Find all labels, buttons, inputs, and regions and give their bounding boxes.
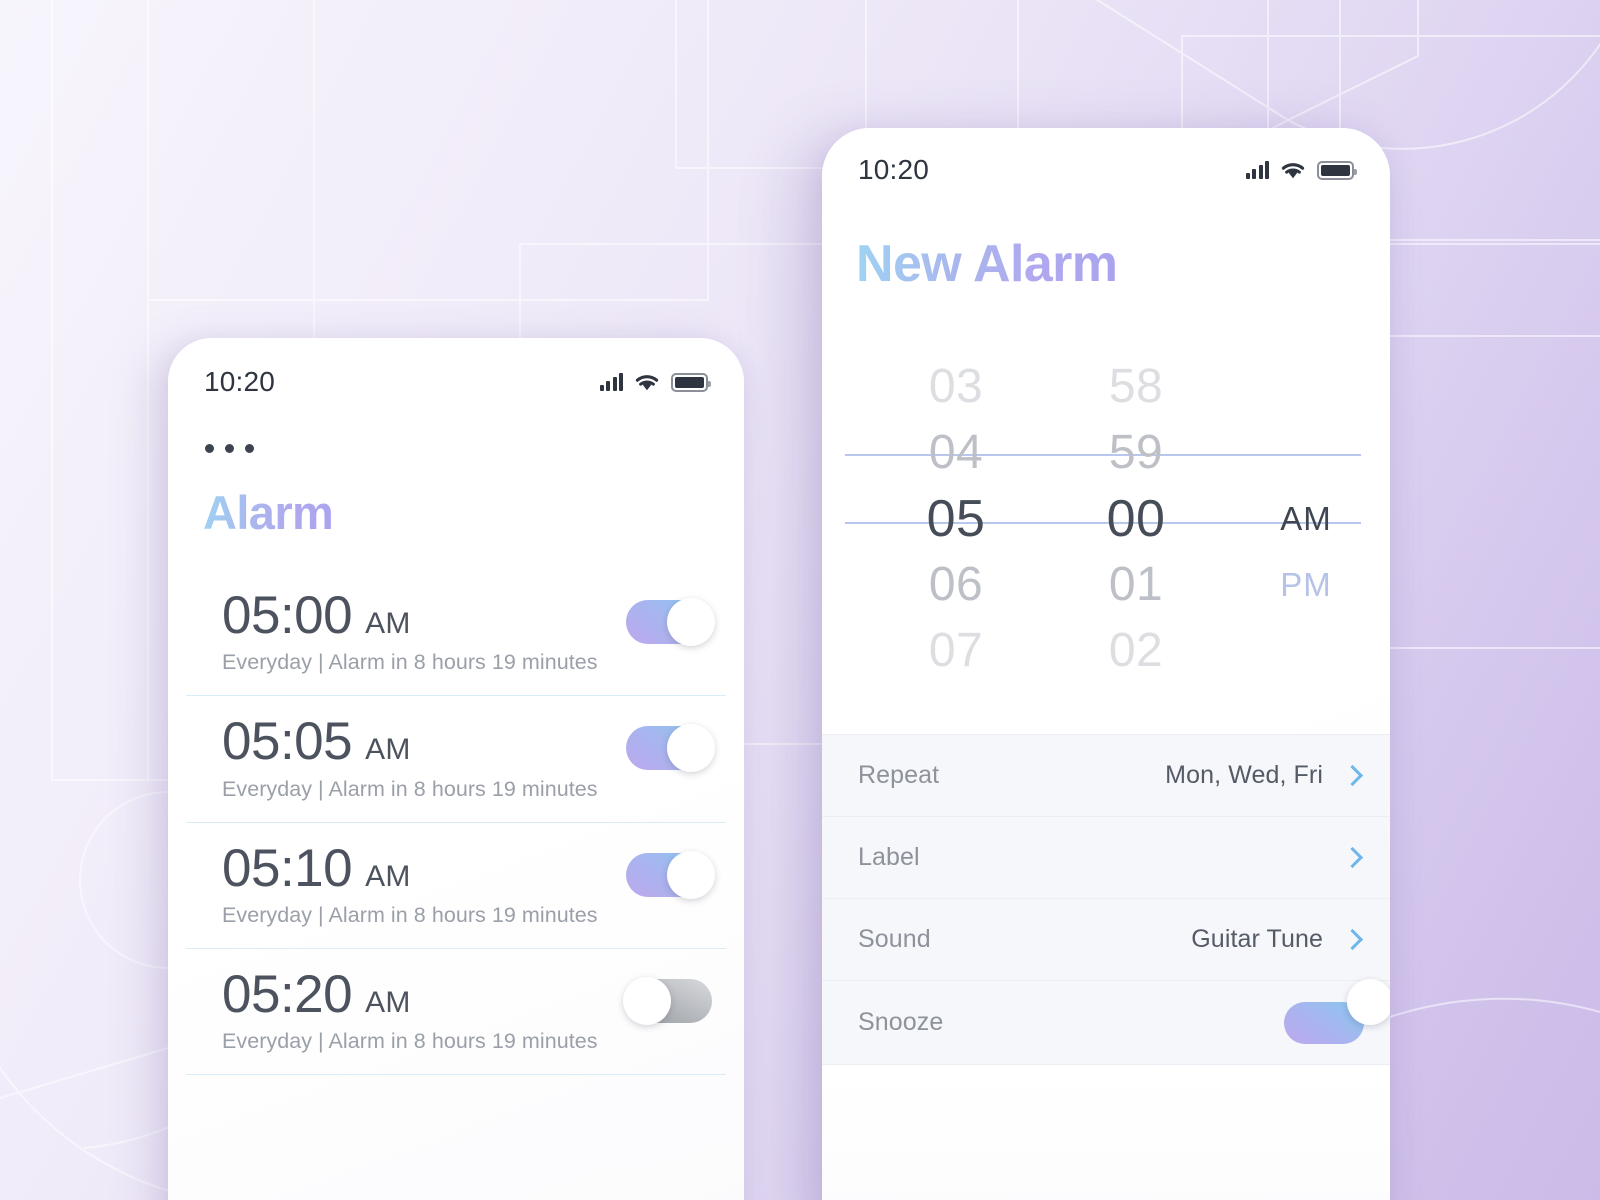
- settings-row-snooze[interactable]: Snooze: [822, 979, 1390, 1065]
- toggle-knob: [623, 977, 671, 1026]
- meridiem-option-selected[interactable]: AM: [1246, 486, 1366, 552]
- alarm-subtitle: Everyday | Alarm in 8 hours 19 minutes: [222, 1029, 598, 1054]
- alarm-toggle[interactable]: [626, 724, 715, 773]
- status-bar-time: 10:20: [204, 366, 276, 397]
- alarm-subtitle: Everyday | Alarm in 8 hours 19 minutes: [222, 903, 598, 928]
- alarm-list-screen: 10:20 Alarm 05:00 AM Everyday | Alarm in…: [168, 338, 744, 1200]
- toggle-knob: [667, 850, 715, 899]
- page-title: Alarm: [203, 486, 334, 539]
- time-picker[interactable]: 03 04 05 06 07 58 59 00 01 02 - - AM: [822, 354, 1390, 677]
- alarm-time-row: 05:10 AM: [222, 839, 674, 898]
- alarm-list-item[interactable]: 05:10 AM Everyday | Alarm in 8 hours 19 …: [186, 823, 726, 950]
- battery-full-icon: [671, 372, 711, 392]
- toggle-knob: [1347, 979, 1390, 1025]
- alarm-time: 05:00: [222, 586, 353, 645]
- alarm-time: 05:20: [222, 965, 353, 1025]
- hour-option-selected[interactable]: 05: [898, 486, 1014, 552]
- minute-wheel[interactable]: 58 59 00 01 02: [1078, 354, 1194, 684]
- snooze-toggle[interactable]: [1284, 979, 1390, 1044]
- hour-option[interactable]: 04: [898, 420, 1014, 486]
- hour-option[interactable]: 06: [898, 552, 1014, 618]
- status-bar-time: 10:20: [858, 154, 930, 185]
- alarm-list-item[interactable]: 05:00 AM Everyday | Alarm in 8 hours 19 …: [186, 570, 726, 697]
- alarm-time-row: 05:05 AM: [222, 712, 674, 771]
- hour-wheel[interactable]: 03 04 05 06 07: [898, 354, 1014, 684]
- settings-row-value: Guitar Tune: [1191, 925, 1323, 953]
- signal-bars-icon: [599, 373, 623, 391]
- status-bar: 10:20: [858, 154, 1357, 186]
- chevron-right-icon[interactable]: [1341, 846, 1364, 869]
- screen-bottom-space: [822, 1066, 1390, 1200]
- alarm-subtitle: Everyday | Alarm in 8 hours 19 minutes: [222, 776, 598, 801]
- minute-option-selected[interactable]: 00: [1078, 486, 1194, 552]
- alarm-list: 05:00 AM Everyday | Alarm in 8 hours 19 …: [168, 570, 744, 1076]
- alarm-settings-list: Repeat Mon, Wed, Fri Label Sound Guitar …: [822, 734, 1390, 1065]
- alarm-meridiem: AM: [365, 733, 411, 767]
- alarm-time: 05:05: [222, 712, 353, 772]
- meridiem-wheel[interactable]: - - AM PM: [1246, 354, 1366, 618]
- minute-option[interactable]: 01: [1078, 552, 1194, 618]
- alarm-list-item[interactable]: 05:05 AM Everyday | Alarm in 8 hours 19 …: [186, 696, 726, 823]
- alarm-meridiem: AM: [365, 607, 411, 640]
- alarm-toggle[interactable]: [626, 850, 715, 899]
- alarm-time: 05:10: [222, 838, 353, 898]
- screenshot-canvas: 10:20 New Alarm 03 04 05 06 07 58 59 00 …: [0, 0, 1600, 1200]
- alarm-time-row: 05:20 AM: [222, 965, 674, 1024]
- phone-new-alarm: 10:20 New Alarm 03 04 05 06 07 58 59 00 …: [822, 128, 1390, 1200]
- meridiem-option[interactable]: PM: [1246, 552, 1366, 618]
- settings-row-repeat[interactable]: Repeat Mon, Wed, Fri: [822, 735, 1390, 817]
- chevron-right-icon[interactable]: [1341, 928, 1364, 951]
- phone-alarm-list: 10:20 Alarm 05:00 AM Everyday | Alarm in…: [168, 338, 744, 1200]
- settings-row-value: Mon, Wed, Fri: [1165, 761, 1323, 789]
- new-alarm-screen: 10:20 New Alarm 03 04 05 06 07 58 59 00 …: [822, 128, 1390, 1200]
- settings-row-label: Sound: [858, 925, 931, 953]
- settings-row-label[interactable]: Label: [822, 817, 1390, 899]
- overflow-menu-icon[interactable]: [205, 444, 254, 453]
- wifi-icon: [635, 374, 659, 390]
- minute-option[interactable]: 59: [1078, 420, 1194, 486]
- settings-row-sound[interactable]: Sound Guitar Tune: [822, 899, 1390, 981]
- alarm-meridiem: AM: [365, 986, 411, 1020]
- settings-row-label: Snooze: [858, 1008, 944, 1036]
- minute-option[interactable]: 02: [1078, 618, 1194, 684]
- status-bar-icons: [1245, 160, 1357, 180]
- signal-bars-icon: [1245, 161, 1269, 179]
- wifi-icon: [1281, 162, 1305, 178]
- hour-option[interactable]: 07: [898, 618, 1014, 684]
- alarm-meridiem: AM: [365, 859, 411, 893]
- hour-option[interactable]: 03: [898, 354, 1014, 420]
- chevron-right-icon[interactable]: [1341, 764, 1364, 787]
- status-bar-icons: [599, 372, 711, 392]
- alarm-time-row: 05:00 AM: [222, 586, 674, 645]
- minute-option[interactable]: 58: [1078, 354, 1194, 420]
- settings-row-label: Repeat: [858, 761, 940, 789]
- page-title: New Alarm: [856, 235, 1118, 293]
- settings-row-label-text: Label: [858, 843, 920, 871]
- toggle-knob: [667, 598, 715, 646]
- status-bar: 10:20: [204, 366, 711, 398]
- alarm-toggle[interactable]: [626, 598, 715, 646]
- alarm-toggle[interactable]: [623, 977, 712, 1026]
- alarm-subtitle: Everyday | Alarm in 8 hours 19 minutes: [222, 650, 598, 675]
- battery-full-icon: [1317, 160, 1357, 180]
- alarm-list-item[interactable]: 05:20 AM Everyday | Alarm in 8 hours 19 …: [186, 949, 726, 1076]
- toggle-knob: [667, 724, 715, 773]
